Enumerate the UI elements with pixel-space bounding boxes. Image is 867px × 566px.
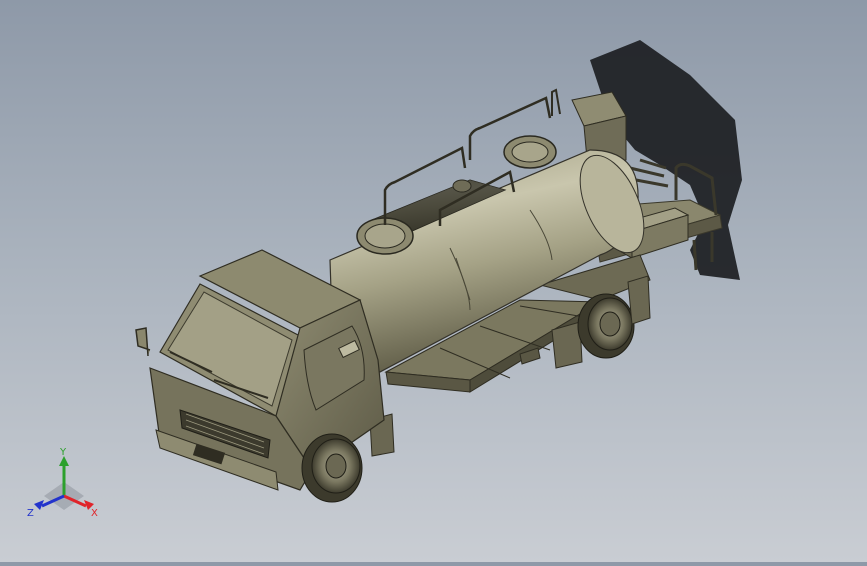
tanker-truck-model[interactable] [0, 0, 867, 562]
coordinate-triad[interactable]: Y X Z [24, 446, 104, 526]
front-wheel [301, 433, 363, 503]
cad-graphics-viewport[interactable] [0, 0, 867, 562]
y-axis-label: Y [59, 447, 67, 458]
x-axis-label: X [91, 508, 98, 519]
z-axis-label: Z [27, 508, 34, 519]
